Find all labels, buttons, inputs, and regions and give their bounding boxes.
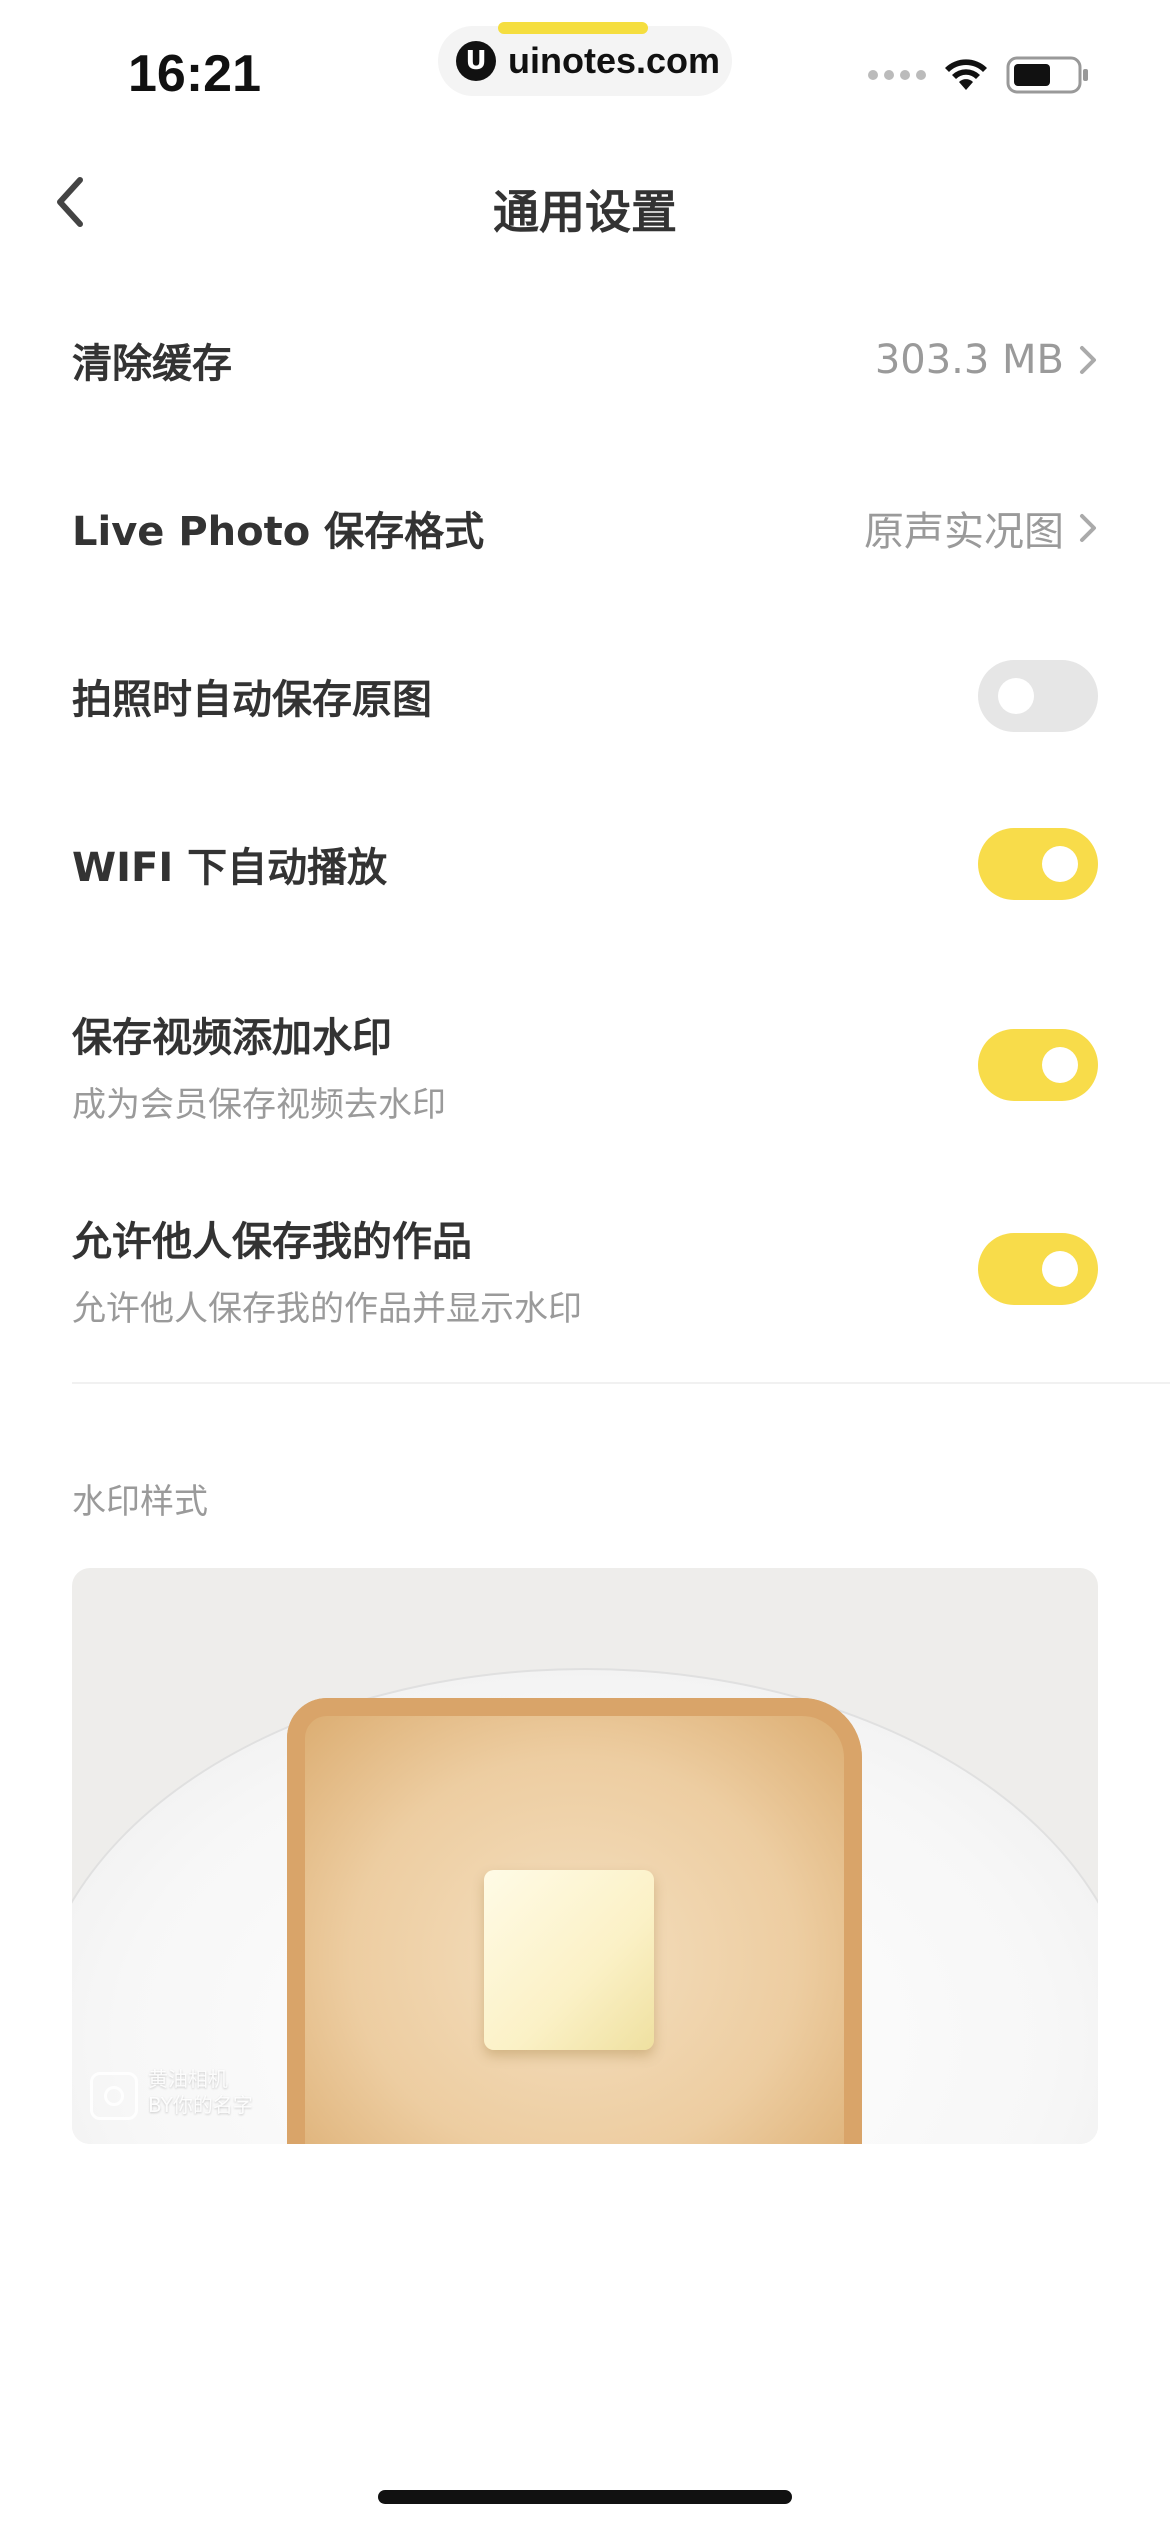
clear-cache-label: 清除缓存 bbox=[72, 341, 232, 387]
watermark-byline: BY你的名字 bbox=[148, 2093, 253, 2117]
toggle-knob bbox=[1042, 1251, 1078, 1287]
live-photo-format-row[interactable]: Live Photo 保存格式 原声实况图 bbox=[72, 488, 1098, 568]
chevron-right-icon bbox=[1080, 514, 1096, 542]
url-text: uinotes.com bbox=[508, 40, 721, 81]
wifi-autoplay-row: WIFI 下自动播放 bbox=[72, 824, 1098, 904]
status-icons bbox=[868, 56, 1090, 94]
clear-cache-value-group: 303.3 MB bbox=[875, 337, 1098, 383]
allow-save-toggle[interactable] bbox=[978, 1233, 1098, 1305]
live-photo-format-label: Live Photo 保存格式 bbox=[72, 509, 485, 555]
chevron-right-icon bbox=[1080, 346, 1096, 374]
video-watermark-toggle[interactable] bbox=[978, 1029, 1098, 1101]
wifi-icon bbox=[945, 59, 987, 90]
toggle-knob bbox=[1042, 846, 1078, 882]
watermark-logo-icon bbox=[90, 2072, 138, 2120]
auto-save-original-toggle[interactable] bbox=[978, 660, 1098, 732]
auto-save-original-row: 拍照时自动保存原图 bbox=[72, 656, 1098, 736]
watermark-text: 黄油相机 BY你的名字 bbox=[148, 2066, 253, 2118]
battery-icon bbox=[1006, 56, 1088, 94]
nav-bar: 通用设置 bbox=[0, 160, 1170, 250]
video-watermark-row: 保存视频添加水印 成为会员保存视频去水印 bbox=[72, 1000, 1098, 1130]
allow-save-sublabel: 允许他人保存我的作品并显示水印 bbox=[72, 1288, 582, 1329]
watermark-brand: 黄油相机 bbox=[148, 2067, 228, 2091]
butter-image bbox=[484, 1870, 654, 2050]
url-pill-accent bbox=[498, 22, 648, 34]
status-bar: 16:21 U uinotes.com bbox=[0, 0, 1170, 140]
signal-icon bbox=[868, 70, 926, 80]
allow-save-label: 允许他人保存我的作品 bbox=[72, 1218, 472, 1265]
url-pill: U uinotes.com bbox=[438, 22, 732, 96]
section-divider bbox=[72, 1382, 1170, 1384]
wifi-autoplay-toggle[interactable] bbox=[978, 828, 1098, 900]
live-photo-format-value-group: 原声实况图 bbox=[864, 499, 1098, 557]
home-indicator bbox=[378, 2490, 792, 2504]
watermark-preview[interactable]: 黄油相机 BY你的名字 bbox=[72, 1568, 1098, 2144]
allow-save-text: 允许他人保存我的作品 允许他人保存我的作品并显示水印 bbox=[72, 1209, 582, 1330]
toggle-knob bbox=[998, 678, 1034, 714]
live-photo-format-value: 原声实况图 bbox=[864, 509, 1064, 555]
clear-cache-row[interactable]: 清除缓存 303.3 MB bbox=[72, 320, 1098, 400]
uinotes-logo-icon: U bbox=[456, 41, 496, 81]
video-watermark-label: 保存视频添加水印 bbox=[72, 1014, 392, 1061]
video-watermark-text: 保存视频添加水印 成为会员保存视频去水印 bbox=[72, 1005, 446, 1126]
allow-save-row: 允许他人保存我的作品 允许他人保存我的作品并显示水印 bbox=[72, 1204, 1098, 1334]
page-title: 通用设置 bbox=[493, 185, 677, 239]
video-watermark-sublabel: 成为会员保存视频去水印 bbox=[72, 1084, 446, 1125]
status-time: 16:21 bbox=[128, 45, 261, 103]
wifi-autoplay-label: WIFI 下自动播放 bbox=[72, 845, 388, 891]
watermark-section-label: 水印样式 bbox=[72, 1482, 208, 1522]
toggle-knob bbox=[1042, 1047, 1078, 1083]
auto-save-original-label: 拍照时自动保存原图 bbox=[72, 677, 432, 723]
cache-size-value: 303.3 MB bbox=[874, 337, 1064, 383]
